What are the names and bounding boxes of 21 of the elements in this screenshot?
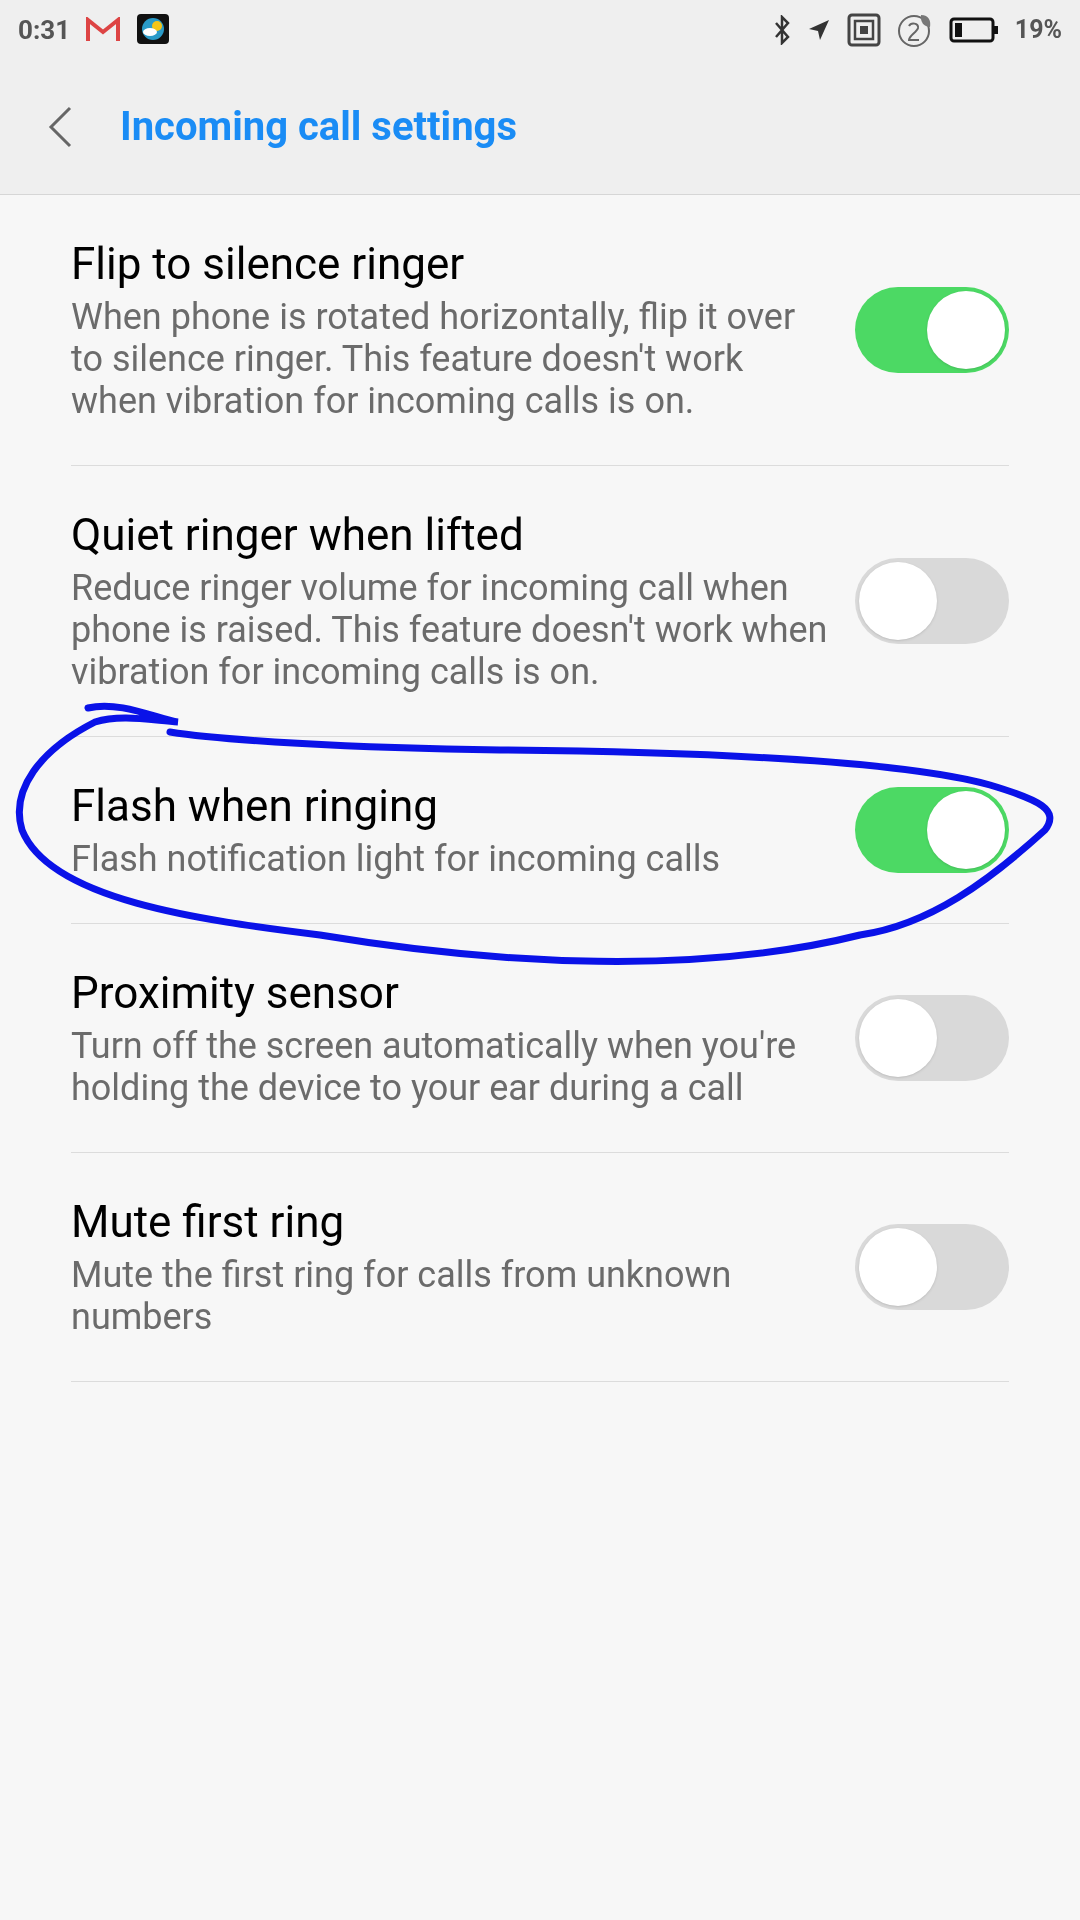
- bluetooth-icon: [772, 15, 791, 45]
- setting-description: Flash notification light for incoming calls: [71, 838, 722, 880]
- page-title: Incoming call settings: [120, 102, 517, 152]
- setting-title: Mute first ring: [71, 1196, 346, 1248]
- status-time: 0:31: [18, 13, 71, 47]
- square-target-icon: [846, 13, 881, 47]
- toggle-switch[interactable]: [855, 787, 1009, 873]
- setting-title: Quiet ringer when lifted: [71, 509, 525, 561]
- setting-description: Mute the first ring for calls from unknown numbers: [71, 1254, 733, 1338]
- setting-title: Flip to silence ringer: [71, 238, 466, 290]
- setting-title: Flash when ringing: [71, 780, 439, 832]
- battery-icon: [948, 17, 999, 43]
- mail-icon: [86, 17, 121, 43]
- weather-icon: [136, 13, 171, 47]
- leaf-circle-icon: [896, 12, 933, 48]
- back-icon: [48, 106, 72, 148]
- setting-description: Reduce ringer volume for incoming call when phone is raised. This feature doesn't work when vibration for incoming calls is on.: [71, 567, 829, 693]
- battery-percent: 19%: [1014, 14, 1062, 47]
- setting-description: When phone is rotated horizontally, flip it over to silence ringer. This feature doesn't work when vibration for incoming calls is on.: [71, 296, 797, 422]
- setting-title: Proximity sensor: [71, 967, 400, 1019]
- setting-description: Turn off the screen automatically when you're holding the device to your ear during a call: [71, 1025, 798, 1109]
